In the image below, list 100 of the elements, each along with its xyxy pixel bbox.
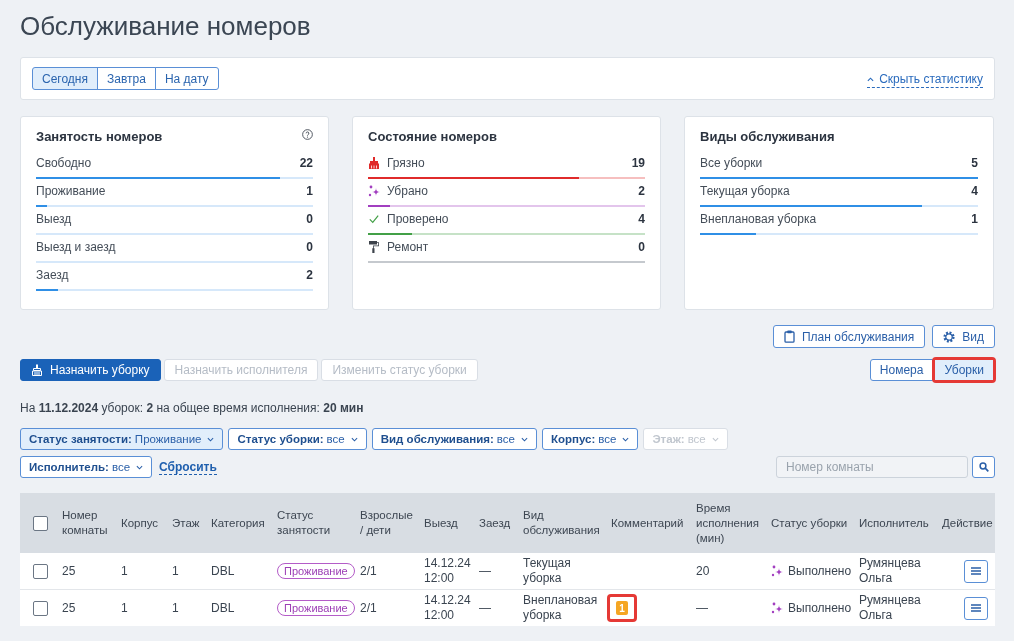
room-search-field[interactable]: Номер комнаты bbox=[776, 456, 968, 478]
stat-value: 0 bbox=[306, 240, 313, 254]
clipboard-icon bbox=[784, 330, 795, 343]
hide-stats-link[interactable]: Скрыть статистику bbox=[867, 71, 983, 88]
column-header: Статус уборки bbox=[771, 515, 848, 531]
view-button[interactable]: Вид bbox=[932, 325, 995, 348]
select-all-checkbox[interactable] bbox=[33, 515, 48, 531]
table-cell: 1 bbox=[172, 600, 179, 616]
chevron-down-icon bbox=[622, 436, 630, 442]
table-cell: — bbox=[479, 600, 491, 616]
service-plan-button[interactable]: План обслуживания bbox=[773, 325, 926, 348]
stat-label: Все уборки bbox=[700, 156, 763, 170]
action-button[interactable]: Назначить уборку bbox=[20, 359, 161, 381]
stat-value: 5 bbox=[971, 156, 978, 170]
column-header: Номер комнаты bbox=[62, 508, 109, 538]
table-cell: — bbox=[479, 563, 491, 579]
stat-value: 4 bbox=[971, 184, 978, 198]
column-header: Этаж bbox=[172, 515, 200, 531]
table-cell: 14.12.24 12:00 bbox=[424, 593, 471, 623]
table-cell: — bbox=[696, 600, 708, 616]
help-icon[interactable] bbox=[302, 128, 313, 140]
row-menu-button[interactable] bbox=[964, 596, 988, 620]
table-cell: 1 bbox=[121, 563, 128, 579]
table-cell: 14.12.24 12:00 bbox=[424, 556, 471, 586]
stat-label: Выезд и заезд bbox=[36, 240, 116, 254]
stat-label: Заезд bbox=[36, 268, 69, 282]
table-cell: 2/1 bbox=[360, 600, 377, 616]
row-checkbox[interactable] bbox=[33, 600, 48, 616]
view-toggle-tab[interactable]: Номера bbox=[869, 359, 934, 381]
view-toggle-tab[interactable]: Уборки bbox=[935, 360, 993, 380]
column-header: Взрослые / дети bbox=[360, 508, 414, 538]
filter-dropdown[interactable]: Статус занятости: Проживание bbox=[20, 428, 224, 450]
card-title: Состояние номеров bbox=[368, 128, 497, 144]
table-cell: DBL bbox=[211, 600, 235, 616]
sparkle-icon bbox=[771, 602, 783, 614]
stat-value: 19 bbox=[631, 156, 645, 170]
summary-text: На 11.12.2024 уборок: 2 на общее время исполнения: 20 мин bbox=[20, 401, 365, 415]
period-tab[interactable]: На дату bbox=[154, 67, 219, 90]
stat-label: Проживание bbox=[36, 184, 106, 198]
table-cell-text: Румянцева Ольга bbox=[859, 556, 922, 586]
table-cell-text: Текущая уборка bbox=[523, 556, 572, 586]
gear-icon bbox=[943, 330, 956, 343]
table-cell: DBL bbox=[211, 563, 235, 579]
filter-dropdown[interactable]: Корпус: все bbox=[541, 428, 639, 450]
cleaning-status-text: Выполнено bbox=[788, 600, 852, 616]
stat-value: 22 bbox=[299, 156, 313, 170]
period-tab[interactable]: Сегодня bbox=[32, 67, 98, 90]
stat-value: 1 bbox=[971, 212, 978, 226]
stat-label: Грязно bbox=[387, 156, 425, 170]
column-header: Действие bbox=[942, 515, 993, 531]
table-cell-text: Внеплановая уборка bbox=[523, 593, 599, 623]
column-header: Категория bbox=[211, 515, 265, 531]
stat-value: 2 bbox=[638, 184, 645, 198]
column-header: Исполнитель bbox=[859, 515, 929, 531]
card-title: Виды обслуживания bbox=[700, 128, 835, 144]
column-header: Корпус bbox=[121, 515, 159, 531]
chevron-down-icon bbox=[711, 436, 719, 442]
stat-value: 1 bbox=[306, 184, 313, 198]
filter-dropdown[interactable]: Исполнитель: все bbox=[20, 456, 153, 478]
stat-label: Свободно bbox=[36, 156, 92, 170]
table-cell: 1 bbox=[172, 563, 179, 579]
cleaning-status-text: Выполнено bbox=[788, 563, 852, 579]
filter-dropdown[interactable]: Статус уборки: все bbox=[228, 428, 367, 450]
column-header: Заезд bbox=[479, 515, 511, 531]
menu-icon bbox=[971, 567, 981, 575]
chevron-down-icon bbox=[520, 436, 528, 442]
column-header: Время исполнения (мин) bbox=[696, 500, 760, 546]
stat-value: 2 bbox=[306, 268, 313, 282]
page-title: Обслуживание номеров bbox=[20, 10, 312, 42]
stat-label: Убрано bbox=[387, 184, 428, 198]
table-cell: 2/1 bbox=[360, 563, 377, 579]
filter-dropdown[interactable]: Вид обслуживания: все bbox=[371, 428, 537, 450]
column-header: Статус занятости bbox=[277, 508, 332, 538]
chevron-down-icon bbox=[207, 436, 215, 442]
row-checkbox[interactable] bbox=[33, 563, 48, 579]
sparkle-icon bbox=[368, 185, 380, 197]
reset-link[interactable]: Сбросить bbox=[159, 459, 217, 475]
table-cell: 20 bbox=[696, 563, 710, 579]
stat-value: 0 bbox=[638, 240, 645, 254]
search-button[interactable] bbox=[972, 456, 995, 478]
menu-icon bbox=[971, 604, 981, 612]
period-tab[interactable]: Завтра bbox=[97, 67, 156, 90]
table-cell: 1 bbox=[121, 600, 128, 616]
column-header: Комментарий bbox=[611, 515, 684, 531]
column-header: Вид обслуживания bbox=[523, 508, 601, 538]
stat-label: Ремонт bbox=[387, 240, 429, 254]
chevron-up-icon bbox=[867, 76, 875, 82]
column-header: Выезд bbox=[424, 515, 458, 531]
brush-icon bbox=[368, 157, 380, 169]
sparkle-icon bbox=[771, 565, 783, 577]
row-menu-button[interactable] bbox=[964, 559, 988, 583]
stat-label: Выезд bbox=[36, 212, 72, 226]
chevron-down-icon bbox=[350, 436, 358, 442]
table-cell: 25 bbox=[62, 563, 76, 579]
table-cell-text: Румянцева Ольга bbox=[859, 593, 922, 623]
check-icon bbox=[368, 214, 380, 224]
chevron-down-icon bbox=[136, 464, 144, 470]
table-cell: 25 bbox=[62, 600, 76, 616]
stat-value: 0 bbox=[306, 212, 313, 226]
stat-label: Текущая уборка bbox=[700, 184, 790, 198]
